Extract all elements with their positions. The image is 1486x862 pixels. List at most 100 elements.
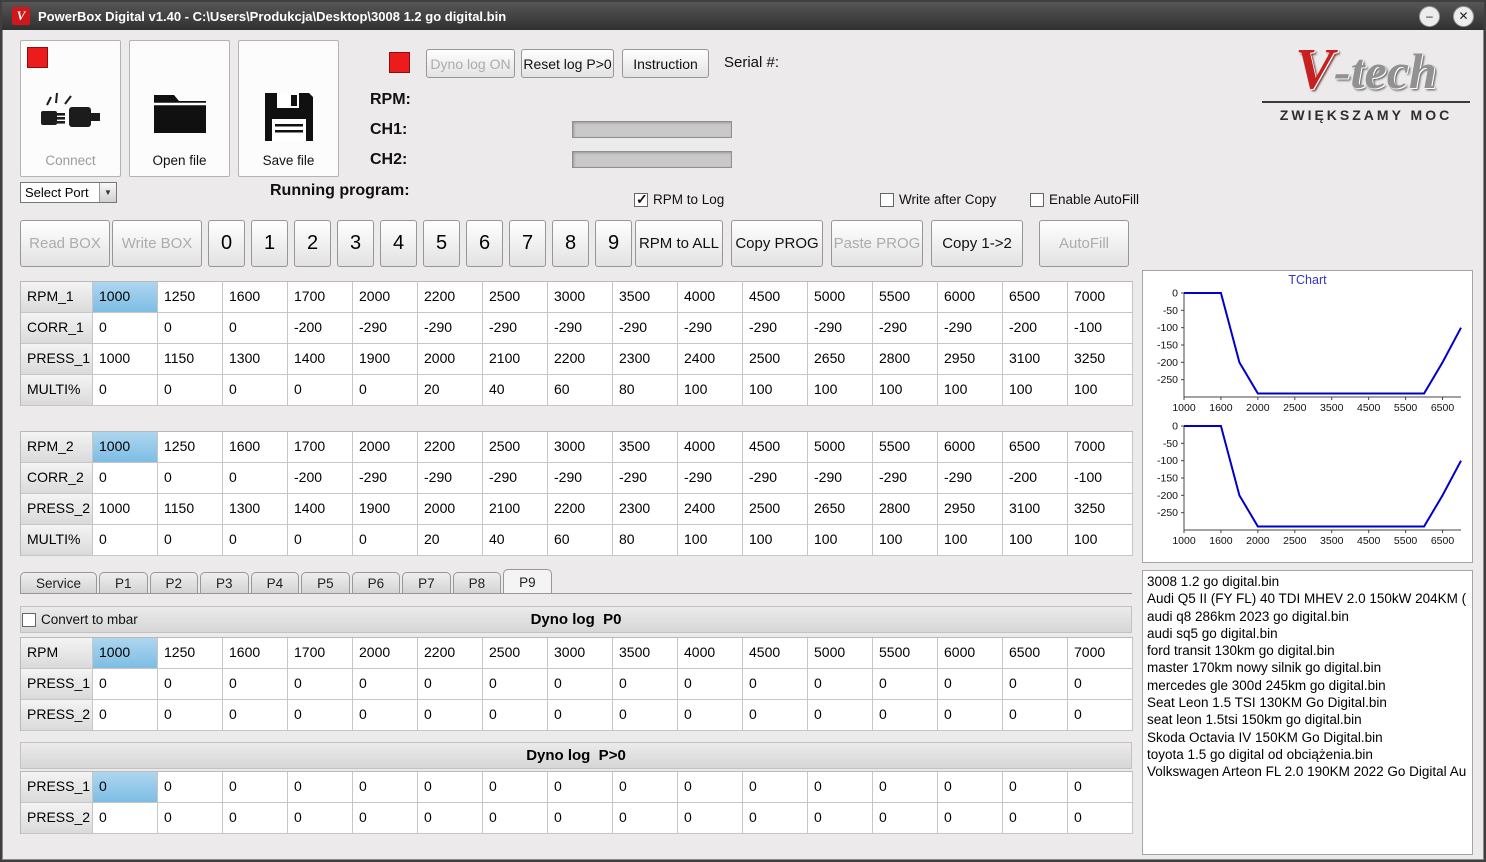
cell-multi%-11[interactable]: 100: [808, 375, 873, 406]
cell-press_2-6[interactable]: 0: [483, 700, 548, 731]
cell-press_1-13[interactable]: 0: [938, 669, 1003, 700]
cell-press_2-13[interactable]: 0: [938, 803, 1003, 834]
cell-press_2-4[interactable]: 0: [353, 803, 418, 834]
cell-multi%-12[interactable]: 100: [873, 375, 938, 406]
tab-p8[interactable]: P8: [452, 572, 502, 594]
digit-button-0[interactable]: 0: [208, 220, 245, 267]
cell-press_2-5[interactable]: 0: [418, 803, 483, 834]
enable-autofill-box[interactable]: [1030, 192, 1044, 207]
cell-corr_2-9[interactable]: -290: [678, 463, 743, 494]
cell-press_1-5[interactable]: 0: [418, 772, 483, 803]
cell-multi%-4[interactable]: 0: [353, 375, 418, 406]
cell-multi%-11[interactable]: 100: [808, 525, 873, 556]
tab-p7[interactable]: P7: [402, 572, 451, 594]
cell-rpm-3[interactable]: 1700: [288, 638, 353, 669]
cell-rpm-14[interactable]: 6500: [1003, 638, 1068, 669]
cell-press_1-12[interactable]: 0: [873, 669, 938, 700]
cell-corr_1-2[interactable]: 0: [223, 313, 288, 344]
cell-press_1-1[interactable]: 1150: [158, 344, 223, 375]
cell-multi%-1[interactable]: 0: [158, 525, 223, 556]
cell-press_1-1[interactable]: 0: [158, 669, 223, 700]
cell-press_1-10[interactable]: 0: [743, 772, 808, 803]
cell-press_1-0[interactable]: 1000: [93, 344, 158, 375]
cell-press_2-9[interactable]: 0: [678, 803, 743, 834]
file-item[interactable]: mercedes gle 300d 245km go digital.bin: [1147, 677, 1472, 694]
cell-press_2-7[interactable]: 2200: [548, 494, 613, 525]
cell-press_2-2[interactable]: 0: [223, 700, 288, 731]
cell-press_2-0[interactable]: 0: [93, 803, 158, 834]
tab-p5[interactable]: P5: [301, 572, 350, 594]
cell-corr_1-4[interactable]: -290: [353, 313, 418, 344]
cell-multi%-12[interactable]: 100: [873, 525, 938, 556]
cell-rpm-9[interactable]: 4000: [678, 638, 743, 669]
cell-corr_1-8[interactable]: -290: [613, 313, 678, 344]
cell-corr_2-7[interactable]: -290: [548, 463, 613, 494]
cell-rpm_1-9[interactable]: 4000: [678, 282, 743, 313]
cell-press_1-4[interactable]: 0: [353, 669, 418, 700]
cell-multi%-7[interactable]: 60: [548, 525, 613, 556]
digit-button-5[interactable]: 5: [423, 220, 460, 267]
cell-press_2-2[interactable]: 0: [223, 803, 288, 834]
cell-press_1-9[interactable]: 2400: [678, 344, 743, 375]
cell-press_2-9[interactable]: 2400: [678, 494, 743, 525]
cell-corr_1-6[interactable]: -290: [483, 313, 548, 344]
file-item[interactable]: ford transit 130km go digital.bin: [1147, 642, 1472, 659]
cell-press_2-12[interactable]: 0: [873, 700, 938, 731]
tab-p1[interactable]: P1: [99, 572, 148, 594]
select-port-dropdown[interactable]: Select Port ▼: [20, 182, 117, 203]
cell-press_1-8[interactable]: 0: [613, 772, 678, 803]
cell-multi%-13[interactable]: 100: [938, 375, 1003, 406]
cell-press_2-3[interactable]: 1400: [288, 494, 353, 525]
cell-rpm_1-2[interactable]: 1600: [223, 282, 288, 313]
cell-multi%-2[interactable]: 0: [223, 375, 288, 406]
cell-press_2-10[interactable]: 2500: [743, 494, 808, 525]
cell-multi%-6[interactable]: 40: [483, 375, 548, 406]
cell-corr_2-15[interactable]: -100: [1068, 463, 1133, 494]
cell-press_1-14[interactable]: 3100: [1003, 344, 1068, 375]
cell-press_2-1[interactable]: 0: [158, 803, 223, 834]
cell-corr_1-12[interactable]: -290: [873, 313, 938, 344]
cell-press_2-11[interactable]: 0: [808, 803, 873, 834]
cell-press_1-15[interactable]: 3250: [1068, 344, 1133, 375]
cell-rpm-12[interactable]: 5500: [873, 638, 938, 669]
cell-corr_2-12[interactable]: -290: [873, 463, 938, 494]
cell-multi%-10[interactable]: 100: [743, 375, 808, 406]
cell-rpm_2-11[interactable]: 5000: [808, 432, 873, 463]
cell-rpm_1-6[interactable]: 2500: [483, 282, 548, 313]
cell-corr_1-9[interactable]: -290: [678, 313, 743, 344]
cell-rpm_2-1[interactable]: 1250: [158, 432, 223, 463]
cell-press_1-6[interactable]: 0: [483, 772, 548, 803]
cell-corr_1-10[interactable]: -290: [743, 313, 808, 344]
cell-rpm_2-2[interactable]: 1600: [223, 432, 288, 463]
cell-rpm-0[interactable]: 1000: [93, 638, 158, 669]
cell-press_1-4[interactable]: 1900: [353, 344, 418, 375]
file-item[interactable]: Audi Q5 II (FY FL) 40 TDI MHEV 2.0 150kW…: [1147, 590, 1472, 607]
cell-press_2-14[interactable]: 0: [1003, 803, 1068, 834]
cell-press_1-2[interactable]: 1300: [223, 344, 288, 375]
cell-corr_2-0[interactable]: 0: [93, 463, 158, 494]
cell-multi%-5[interactable]: 20: [418, 375, 483, 406]
copy-prog-button[interactable]: Copy PROG: [731, 220, 823, 267]
cell-rpm_2-15[interactable]: 7000: [1068, 432, 1133, 463]
cell-multi%-15[interactable]: 100: [1068, 525, 1133, 556]
cell-rpm_1-8[interactable]: 3500: [613, 282, 678, 313]
cell-press_1-2[interactable]: 0: [223, 669, 288, 700]
cell-press_1-8[interactable]: 0: [613, 669, 678, 700]
cell-press_2-5[interactable]: 0: [418, 700, 483, 731]
cell-press_2-5[interactable]: 2000: [418, 494, 483, 525]
file-item[interactable]: Skoda Octavia IV 150KM Go Digital.bin: [1147, 729, 1472, 746]
cell-press_1-0[interactable]: 0: [93, 772, 158, 803]
tab-p6[interactable]: P6: [351, 572, 401, 594]
cell-rpm_1-10[interactable]: 4500: [743, 282, 808, 313]
cell-press_2-6[interactable]: 0: [483, 803, 548, 834]
cell-multi%-0[interactable]: 0: [93, 525, 158, 556]
cell-press_1-11[interactable]: 0: [808, 772, 873, 803]
cell-press_2-11[interactable]: 2650: [808, 494, 873, 525]
write-after-copy-checkbox[interactable]: Write after Copy: [880, 192, 996, 207]
digit-button-4[interactable]: 4: [380, 220, 417, 267]
cell-press_1-13[interactable]: 2950: [938, 344, 1003, 375]
cell-rpm-1[interactable]: 1250: [158, 638, 223, 669]
cell-press_1-3[interactable]: 1400: [288, 344, 353, 375]
digit-button-8[interactable]: 8: [552, 220, 589, 267]
cell-rpm_1-0[interactable]: 1000: [93, 282, 158, 313]
